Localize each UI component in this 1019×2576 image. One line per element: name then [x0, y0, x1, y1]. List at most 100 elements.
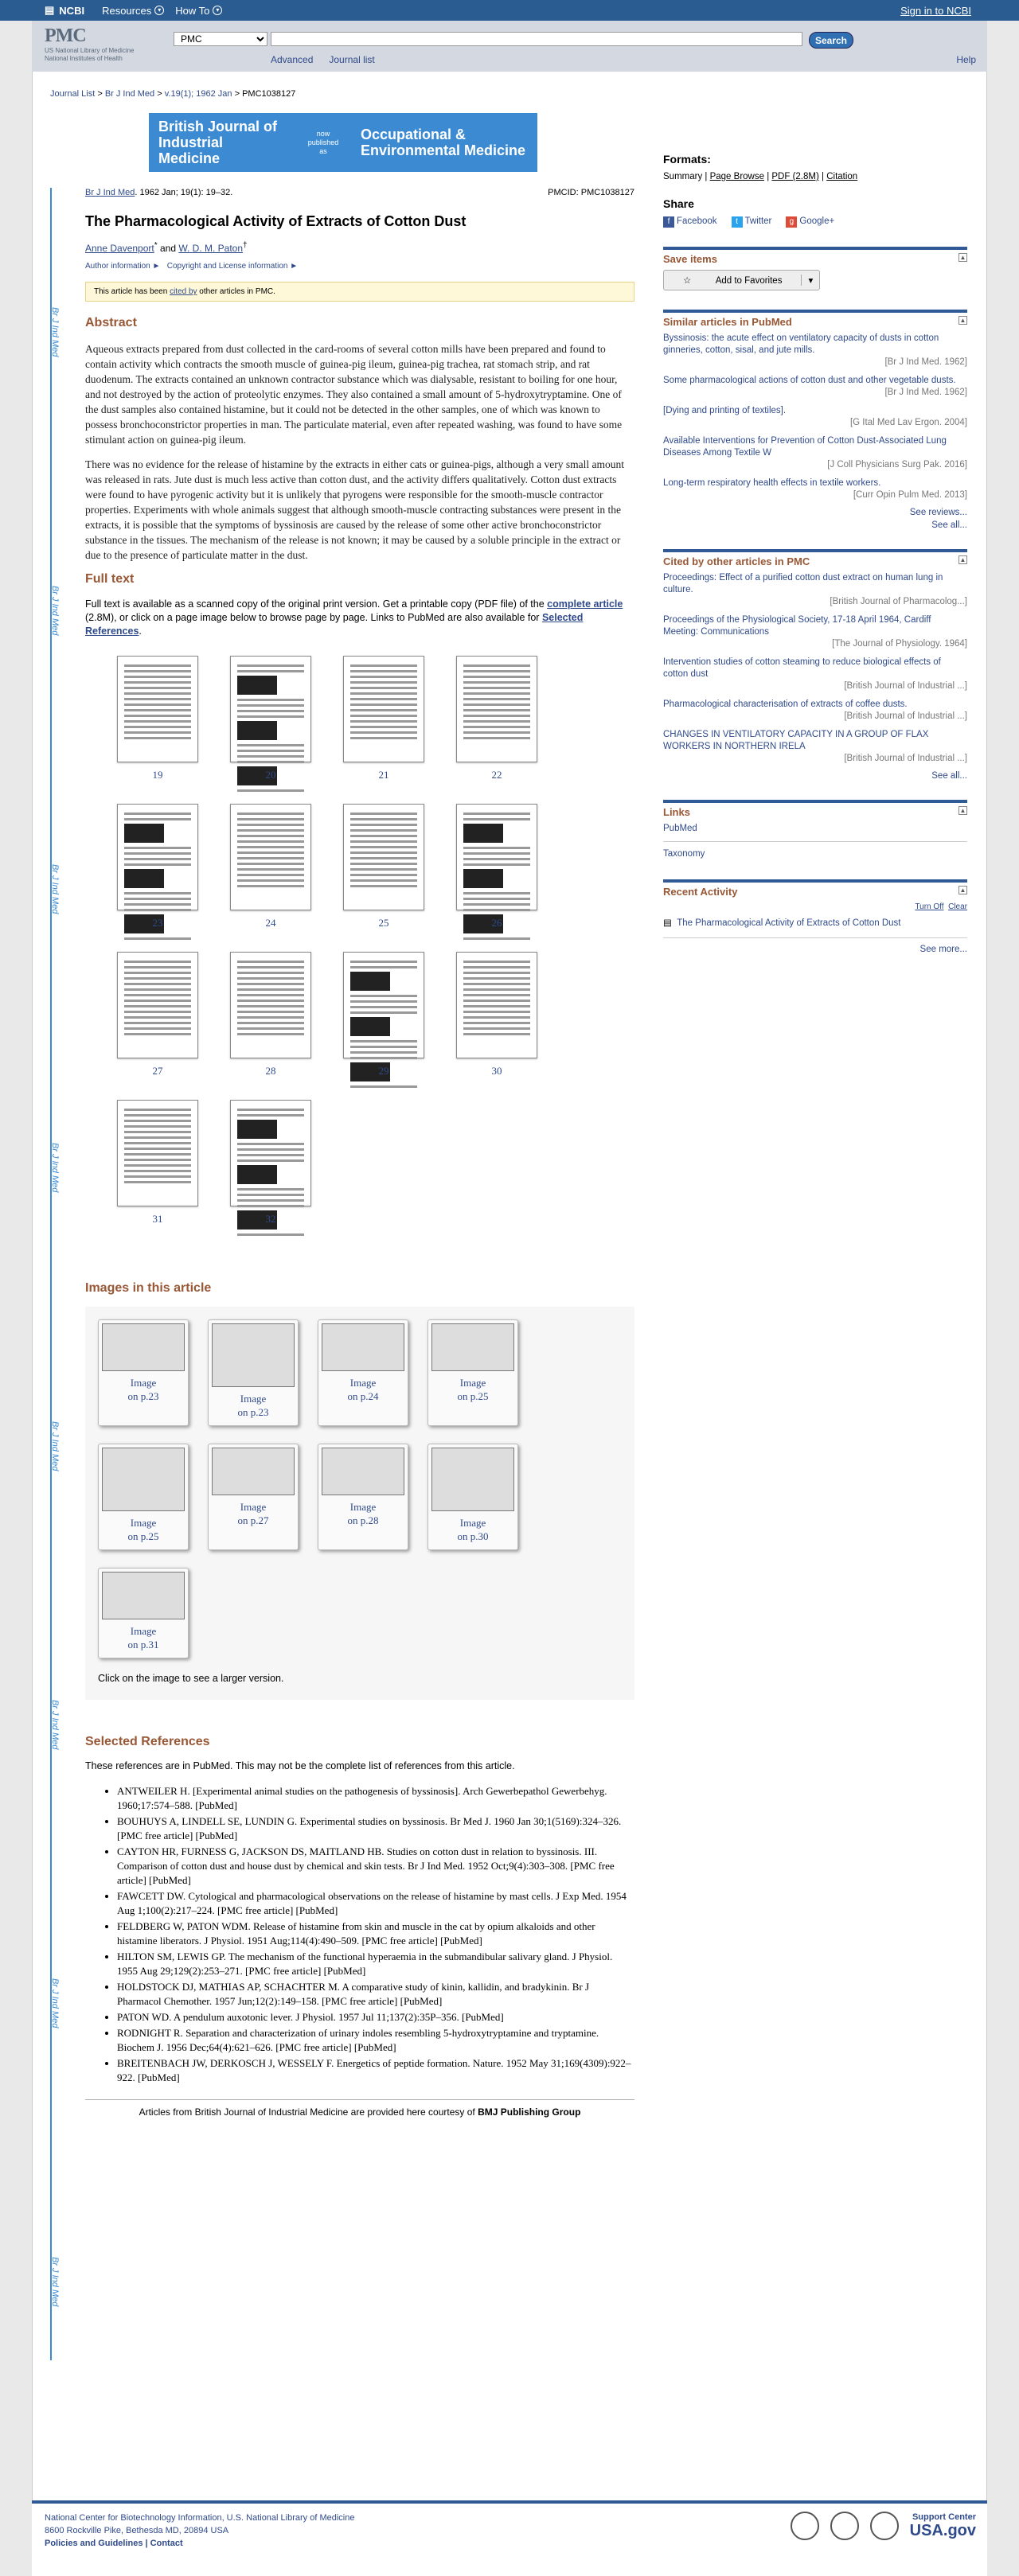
copyright-link[interactable]: Copyright and License information ► [167, 262, 298, 271]
page-image[interactable] [117, 804, 198, 940]
page-thumbnail[interactable]: 28 [214, 952, 327, 1078]
figure-caption[interactable]: Image on p.25 [431, 1376, 514, 1406]
collapse-icon[interactable]: ▲ [958, 253, 967, 262]
figure-image[interactable] [102, 1572, 185, 1619]
collapse-icon[interactable]: ▲ [958, 316, 967, 325]
page-number[interactable]: 31 [101, 1213, 214, 1226]
page-image[interactable] [230, 952, 311, 1058]
nlm-seal-icon[interactable] [790, 2512, 819, 2540]
page-number[interactable]: 20 [214, 769, 327, 781]
page-image[interactable] [117, 656, 198, 762]
collapse-icon[interactable]: ▲ [958, 555, 967, 564]
page-image[interactable] [230, 804, 311, 910]
figure-caption[interactable]: Image on p.27 [212, 1500, 295, 1530]
figure-card[interactable]: Image on p.30 [428, 1444, 518, 1550]
similar-article-link[interactable]: [Dying and printing of textiles]. [663, 406, 786, 415]
recent-item-link[interactable]: The Pharmacological Activity of Extracts… [677, 918, 900, 928]
page-image[interactable] [456, 804, 537, 940]
clear-link[interactable]: Clear [948, 902, 967, 911]
figure-image[interactable] [431, 1323, 514, 1371]
page-thumbnail[interactable]: 32 [214, 1100, 327, 1236]
figure-caption[interactable]: Image on p.30 [431, 1516, 514, 1546]
figure-caption[interactable]: Image on p.23 [212, 1392, 295, 1422]
advanced-link[interactable]: Advanced [271, 54, 313, 65]
figure-card[interactable]: Image on p.28 [318, 1444, 408, 1550]
figure-card[interactable]: Image on p.27 [208, 1444, 299, 1550]
journal-banner[interactable]: British Journal of Industrial Medicine n… [149, 113, 537, 172]
page-number[interactable]: 25 [327, 917, 440, 929]
format-citation[interactable]: Citation [826, 172, 857, 181]
figure-card[interactable]: Image on p.24 [318, 1319, 408, 1426]
complete-article-link[interactable]: complete article [547, 598, 623, 610]
format-page-browse[interactable]: Page Browse [710, 172, 764, 181]
add-favorites-button[interactable]: ☆ Add to Favorites ▾ [663, 270, 821, 290]
see-reviews-link[interactable]: See reviews... [910, 508, 967, 517]
database-select[interactable]: PMC [174, 32, 267, 46]
journal-list-link[interactable]: Journal list [329, 54, 374, 65]
author-info-link[interactable]: Author information ► [85, 262, 160, 271]
nih-seal-icon[interactable] [830, 2512, 859, 2540]
hhs-seal-icon[interactable] [869, 2512, 899, 2540]
page-thumbnail[interactable]: 27 [101, 952, 214, 1078]
signin-link[interactable]: Sign in to NCBI [900, 5, 971, 17]
share-facebook[interactable]: f Facebook [663, 216, 717, 228]
cited-article-link[interactable]: Proceedings of the Physiological Society… [663, 615, 931, 637]
figure-caption[interactable]: Image on p.23 [102, 1376, 185, 1406]
page-thumbnail[interactable]: 31 [101, 1100, 214, 1226]
page-image[interactable] [343, 804, 424, 910]
figure-card[interactable]: Image on p.25 [98, 1444, 189, 1550]
share-google[interactable]: g Google+ [786, 216, 834, 228]
cited-by-link[interactable]: cited by [170, 287, 197, 296]
format-pdf[interactable]: PDF (2.8M) [771, 172, 818, 181]
cited-article-link[interactable]: CHANGES IN VENTILATORY CAPACITY IN A GRO… [663, 730, 928, 751]
page-image[interactable] [343, 952, 424, 1088]
see-all-link[interactable]: See all... [931, 771, 967, 781]
resources-menu[interactable]: Resources ▾ [102, 5, 165, 17]
figure-image[interactable] [431, 1448, 514, 1511]
figure-card[interactable]: Image on p.23 [98, 1319, 189, 1426]
see-all-link[interactable]: See all... [931, 520, 967, 530]
cited-article-link[interactable]: Intervention studies of cotton steaming … [663, 657, 941, 679]
breadcrumb-journal-list[interactable]: Journal List [50, 89, 95, 99]
page-thumbnail[interactable]: 24 [214, 804, 327, 929]
page-thumbnail[interactable]: 23 [101, 804, 214, 940]
similar-article-link[interactable]: Available Interventions for Prevention o… [663, 436, 947, 458]
chevron-down-icon[interactable]: ▾ [801, 275, 819, 286]
see-more-link[interactable]: See more... [920, 945, 967, 954]
page-thumbnail[interactable]: 25 [327, 804, 440, 929]
page-thumbnail[interactable]: 29 [327, 952, 440, 1088]
figure-image[interactable] [102, 1323, 185, 1371]
page-image[interactable] [456, 952, 537, 1058]
page-number[interactable]: 30 [440, 1065, 553, 1078]
similar-article-link[interactable]: Some pharmacological actions of cotton d… [663, 376, 956, 385]
breadcrumb-issue[interactable]: v.19(1); 1962 Jan [165, 89, 232, 99]
taxonomy-link[interactable]: Taxonomy [663, 849, 705, 859]
page-thumbnail[interactable]: 30 [440, 952, 553, 1078]
search-button[interactable]: Search [809, 32, 853, 49]
figure-caption[interactable]: Image on p.28 [322, 1500, 404, 1530]
cited-article-link[interactable]: Pharmacological characterisation of extr… [663, 700, 908, 709]
similar-article-link[interactable]: Long-term respiratory health effects in … [663, 478, 880, 488]
page-thumbnail[interactable]: 26 [440, 804, 553, 940]
share-twitter[interactable]: t Twitter [731, 216, 771, 228]
page-image[interactable] [117, 952, 198, 1058]
support-center-link[interactable]: Support Center [910, 2512, 976, 2522]
page-number[interactable]: 32 [214, 1213, 327, 1226]
turn-off-link[interactable]: Turn Off [915, 902, 943, 911]
page-number[interactable]: 26 [440, 917, 553, 929]
page-thumbnail[interactable]: 19 [101, 656, 214, 781]
ncbi-logo[interactable]: ▤ NCBI [45, 4, 84, 17]
figure-card[interactable]: Image on p.23 [208, 1319, 299, 1426]
footer-policies-link[interactable]: Policies and Guidelines | Contact [45, 2539, 183, 2548]
cited-article-link[interactable]: Proceedings: Effect of a purified cotton… [663, 573, 943, 594]
figure-image[interactable] [322, 1323, 404, 1371]
page-number[interactable]: 22 [440, 769, 553, 781]
page-number[interactable]: 21 [327, 769, 440, 781]
figure-caption[interactable]: Image on p.25 [102, 1516, 185, 1546]
pmc-logo[interactable]: PMC US National Library of Medicine Nati… [45, 25, 140, 63]
collapse-icon[interactable]: ▲ [958, 806, 967, 815]
page-image[interactable] [230, 1100, 311, 1236]
figure-caption[interactable]: Image on p.24 [322, 1376, 404, 1406]
collapse-icon[interactable]: ▲ [958, 886, 967, 894]
author-link[interactable]: Anne Davenport [85, 243, 154, 254]
